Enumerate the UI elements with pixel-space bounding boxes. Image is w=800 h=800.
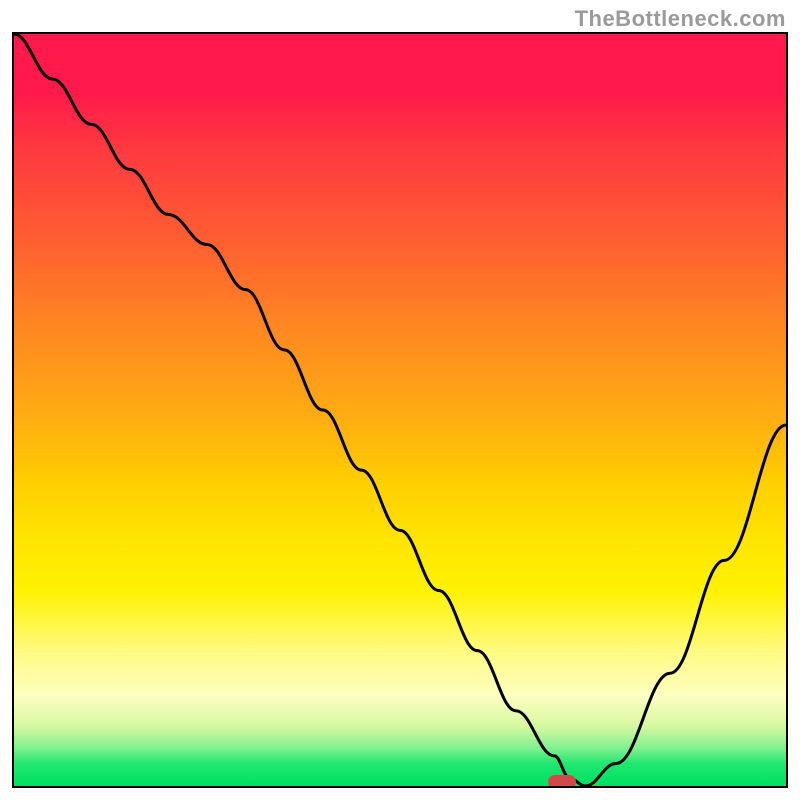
- chart-svg: [14, 34, 786, 786]
- chart-frame: [12, 32, 788, 788]
- watermark-text: TheBottleneck.com: [575, 6, 786, 32]
- bottleneck-curve-path: [14, 34, 786, 786]
- sweet-spot-marker: [548, 775, 576, 788]
